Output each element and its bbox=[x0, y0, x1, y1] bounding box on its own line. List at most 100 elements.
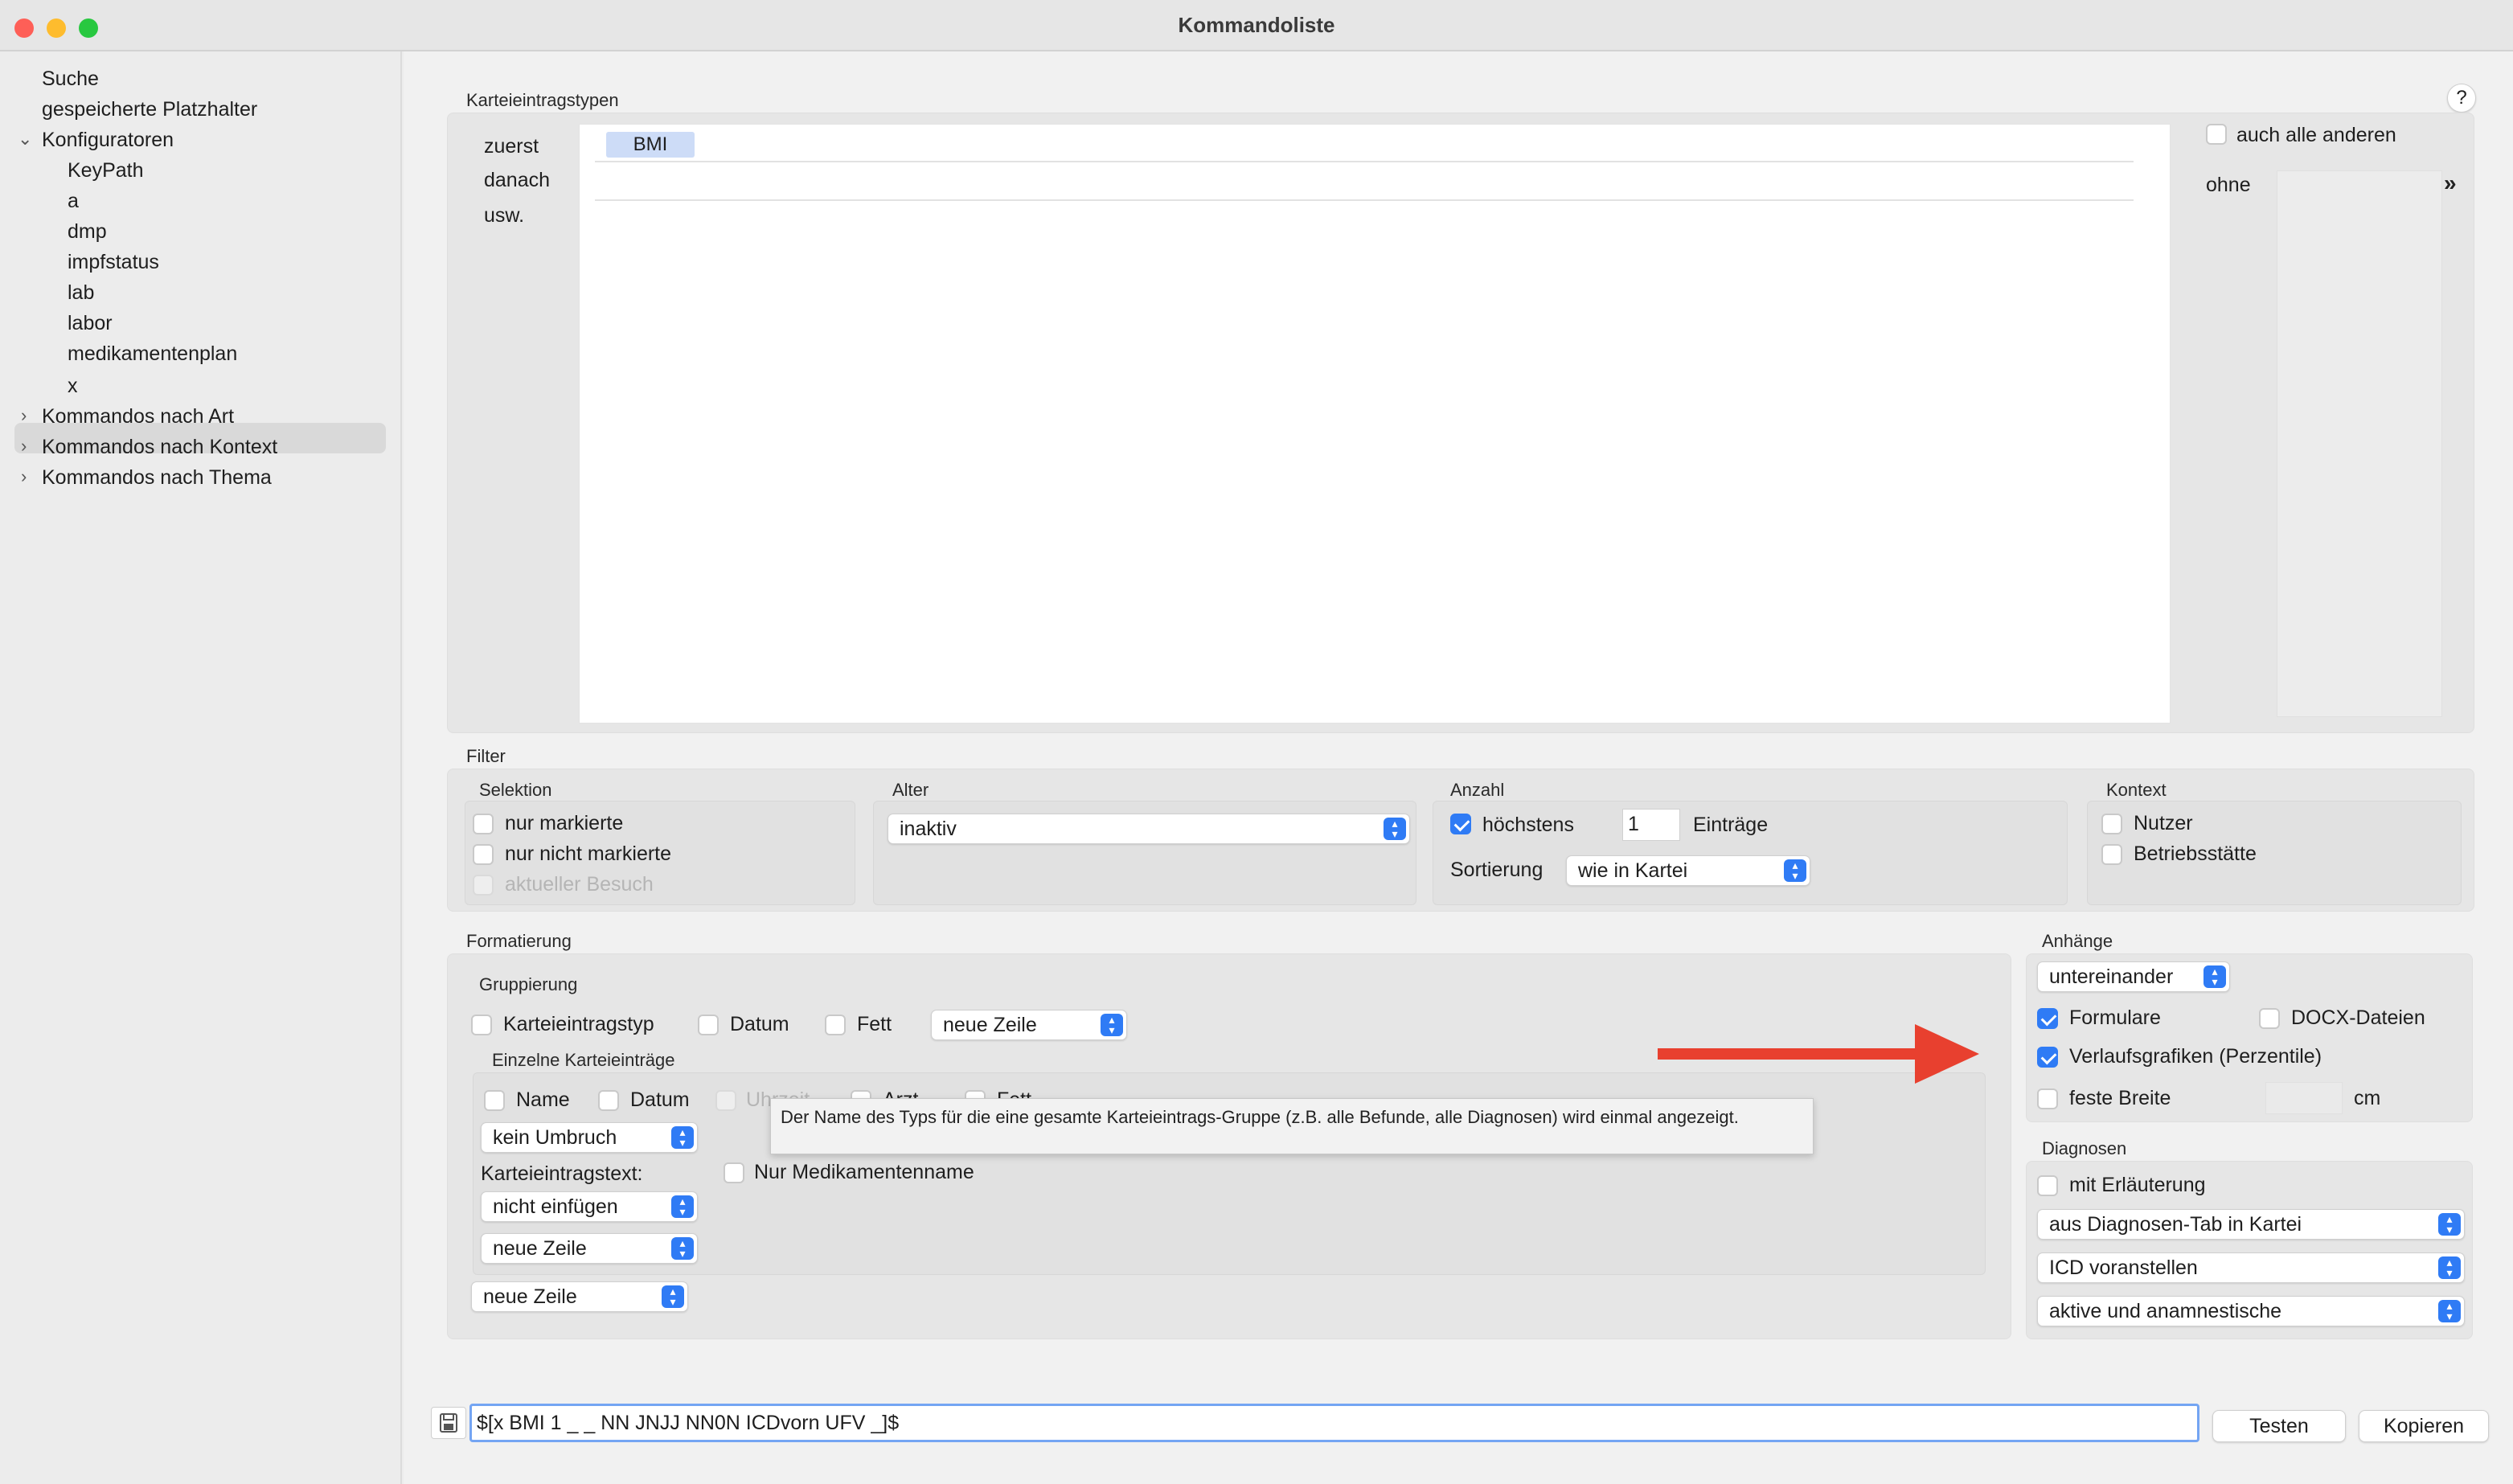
diagnoses-source-popup[interactable]: aus Diagnosen-Tab in Kartei ▴ ▾ bbox=[2037, 1209, 2465, 1240]
sidebar-item-impfstatus[interactable]: impfstatus bbox=[68, 251, 159, 274]
insert-popup[interactable]: nicht einfügen ▴ ▾ bbox=[481, 1191, 698, 1222]
only-unmarked-checkbox[interactable] bbox=[473, 844, 494, 865]
without-label: ohne bbox=[2206, 174, 2251, 196]
up-down-arrows-icon: ▴ ▾ bbox=[1384, 818, 1406, 840]
group-type-checkbox[interactable] bbox=[471, 1015, 492, 1035]
attachments-section-label: Anhänge bbox=[2042, 931, 2113, 951]
selection-label: Selektion bbox=[479, 780, 552, 800]
sort-label: Sortierung bbox=[1450, 859, 1543, 881]
types-row-divider bbox=[595, 161, 2134, 162]
only-unmarked-label: nur nicht markierte bbox=[505, 842, 672, 865]
outer-line-popup[interactable]: neue Zeile ▴ ▾ bbox=[471, 1281, 688, 1312]
copy-button[interactable]: Kopieren bbox=[2359, 1410, 2489, 1442]
sidebar-item-kommandos-nach-kontext[interactable]: Kommandos nach Kontext bbox=[42, 436, 277, 459]
only-drug-name-label: Nur Medikamentenname bbox=[754, 1161, 974, 1183]
group-date-checkbox[interactable] bbox=[698, 1015, 719, 1035]
user-checkbox[interactable] bbox=[2101, 814, 2122, 834]
attachments-layout-popup[interactable]: untereinander ▴ ▾ bbox=[2037, 961, 2230, 992]
sidebar-item-medikamentenplan[interactable]: medikamentenplan bbox=[68, 342, 237, 366]
sidebar-item-dmp[interactable]: dmp bbox=[68, 220, 107, 244]
help-button[interactable]: ? bbox=[2447, 84, 2476, 113]
current-visit-label: aktueller Besuch bbox=[505, 873, 654, 896]
docx-checkbox[interactable] bbox=[2259, 1008, 2280, 1029]
only-marked-checkbox[interactable] bbox=[473, 814, 494, 834]
entry-text-label: Karteieintragstext: bbox=[481, 1162, 643, 1185]
count-label: Anzahl bbox=[1450, 780, 1505, 800]
max-checkbox[interactable] bbox=[1450, 814, 1471, 834]
group-bold-checkbox[interactable] bbox=[825, 1015, 846, 1035]
save-button[interactable] bbox=[431, 1407, 466, 1439]
single-time-checkbox[interactable] bbox=[715, 1090, 736, 1111]
up-down-arrows-icon: ▴ ▾ bbox=[671, 1195, 694, 1218]
type-token-bmi[interactable]: BMI bbox=[606, 132, 695, 158]
formatting-section-label: Formatierung bbox=[466, 931, 572, 951]
chevron-right-icon[interactable]: › bbox=[21, 405, 27, 426]
up-down-arrows-icon: ▴ ▾ bbox=[1784, 859, 1806, 882]
test-button[interactable]: Testen bbox=[2212, 1410, 2346, 1442]
sort-popup-value: wie in Kartei bbox=[1578, 859, 1688, 882]
all-others-checkbox[interactable] bbox=[2206, 124, 2227, 145]
diagnoses-scope-popup-value: aktive und anamnestische bbox=[2049, 1300, 2282, 1322]
group-break-popup[interactable]: neue Zeile ▴ ▾ bbox=[931, 1010, 1127, 1040]
current-visit-checkbox[interactable] bbox=[473, 875, 494, 896]
chevron-right-icon[interactable]: › bbox=[21, 466, 27, 487]
sidebar-item-suche[interactable]: Suche bbox=[42, 68, 99, 91]
charts-label: Verlaufsgrafiken (Perzentile) bbox=[2069, 1045, 2322, 1068]
with-explanation-checkbox[interactable] bbox=[2037, 1175, 2058, 1196]
max-count-input[interactable]: 1 bbox=[1622, 809, 1680, 841]
context-label: Kontext bbox=[2106, 780, 2167, 800]
fixed-width-label: feste Breite bbox=[2069, 1087, 2171, 1109]
diagnoses-scope-popup[interactable]: aktive und anamnestische ▴ ▾ bbox=[2037, 1296, 2465, 1326]
command-input[interactable]: $[x BMI 1 _ _ NN JNJJ NN0N ICDvorn UFV _… bbox=[469, 1404, 2199, 1442]
sort-popup[interactable]: wie in Kartei ▴ ▾ bbox=[1566, 855, 1810, 886]
double-chevron-down-icon[interactable]: » bbox=[2444, 170, 2457, 196]
fixed-width-checkbox[interactable] bbox=[2037, 1088, 2058, 1109]
sidebar-item-gespeicherte-platzhalter[interactable]: gespeicherte Platzhalter bbox=[42, 98, 257, 121]
age-popup[interactable]: inaktiv ▴ ▾ bbox=[888, 814, 1410, 844]
wrap-popup[interactable]: kein Umbruch ▴ ▾ bbox=[481, 1122, 698, 1153]
sidebar-item-konfiguratoren[interactable]: Konfiguratoren bbox=[42, 129, 174, 152]
wrap-popup-value: kein Umbruch bbox=[493, 1126, 617, 1149]
user-label: Nutzer bbox=[2134, 812, 2193, 834]
types-list[interactable] bbox=[579, 124, 2171, 724]
sidebar-item-kommandos-nach-art[interactable]: Kommandos nach Art bbox=[42, 405, 234, 428]
sidebar-item-labor[interactable]: labor bbox=[68, 312, 113, 335]
up-down-arrows-icon: ▴ ▾ bbox=[1101, 1014, 1123, 1036]
types-row-label-etc: usw. bbox=[484, 204, 525, 227]
icd-popup[interactable]: ICD voranstellen ▴ ▾ bbox=[2037, 1252, 2465, 1283]
sidebar-item-x[interactable]: x bbox=[68, 375, 78, 398]
age-label: Alter bbox=[892, 780, 929, 800]
attachments-layout-popup-value: untereinander bbox=[2049, 965, 2174, 988]
sidebar-item-a[interactable]: a bbox=[68, 190, 79, 213]
without-list[interactable] bbox=[2277, 170, 2442, 717]
line-popup[interactable]: neue Zeile ▴ ▾ bbox=[481, 1233, 698, 1264]
sidebar-item-kommandos-nach-thema[interactable]: Kommandos nach Thema bbox=[42, 466, 272, 490]
fixed-width-input[interactable] bbox=[2265, 1082, 2343, 1114]
group-type-label: Karteieintragstyp bbox=[503, 1013, 654, 1035]
age-popup-value: inaktiv bbox=[900, 818, 957, 840]
window-title: Kommandoliste bbox=[1178, 13, 1335, 37]
site-label: Betriebsstätte bbox=[2134, 842, 2257, 865]
sidebar-item-lab[interactable]: lab bbox=[68, 281, 94, 305]
single-name-checkbox[interactable] bbox=[484, 1090, 505, 1111]
forms-label: Formulare bbox=[2069, 1006, 2161, 1029]
up-down-arrows-icon: ▴ ▾ bbox=[662, 1285, 684, 1308]
chevron-down-icon[interactable]: ⌄ bbox=[18, 129, 32, 150]
types-row-label-then: danach bbox=[484, 169, 551, 191]
chevron-right-icon[interactable]: › bbox=[21, 436, 27, 457]
sidebar-item-keypath[interactable]: KeyPath bbox=[68, 159, 144, 182]
forms-checkbox[interactable] bbox=[2037, 1008, 2058, 1029]
outer-line-popup-value: neue Zeile bbox=[483, 1285, 577, 1308]
single-entries-label: Einzelne Karteieinträge bbox=[492, 1050, 675, 1070]
diagnoses-section-label: Diagnosen bbox=[2042, 1138, 2127, 1158]
floppy-disk-icon bbox=[440, 1413, 457, 1433]
charts-checkbox[interactable] bbox=[2037, 1047, 2058, 1068]
entries-label: Einträge bbox=[1693, 814, 1769, 836]
single-name-label: Name bbox=[516, 1088, 570, 1111]
diagnoses-source-popup-value: aus Diagnosen-Tab in Kartei bbox=[2049, 1213, 2302, 1236]
site-checkbox[interactable] bbox=[2101, 844, 2122, 865]
sidebar: Suche gespeicherte Platzhalter ⌄ Konfigu… bbox=[0, 51, 402, 1484]
single-date-checkbox[interactable] bbox=[598, 1090, 619, 1111]
tooltip: Der Name des Typs für die eine gesamte K… bbox=[770, 1098, 1814, 1154]
only-drug-name-checkbox[interactable] bbox=[724, 1162, 744, 1183]
